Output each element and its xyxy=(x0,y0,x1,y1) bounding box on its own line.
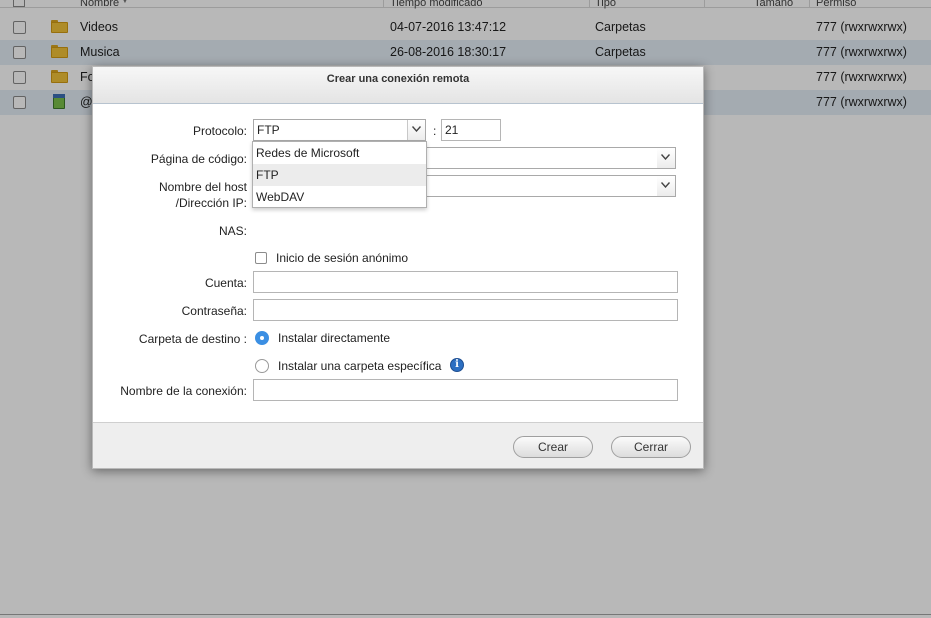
install-specific-label[interactable]: Instalar una carpeta específica xyxy=(278,359,441,373)
destination-label: Carpeta de destino : xyxy=(138,332,247,346)
chevron-down-icon[interactable] xyxy=(407,120,425,140)
account-label: Cuenta: xyxy=(204,276,247,290)
protocol-option-smb[interactable]: Redes de Microsoft xyxy=(253,142,426,164)
radio-install-specific[interactable] xyxy=(255,359,269,373)
account-input[interactable] xyxy=(253,271,678,293)
password-input[interactable] xyxy=(253,299,678,321)
protocol-option-ftp[interactable]: FTP xyxy=(253,164,426,186)
protocol-value: FTP xyxy=(257,123,280,137)
close-button[interactable]: Cerrar xyxy=(611,436,691,458)
dialog-footer: Crear Cerrar xyxy=(93,422,703,468)
create-button[interactable]: Crear xyxy=(513,436,593,458)
host-label-line2: /Dirección IP: xyxy=(175,196,247,210)
protocol-select[interactable]: FTP xyxy=(253,119,426,141)
protocol-dropdown-list: Redes de Microsoft FTP WebDAV xyxy=(252,141,427,208)
chevron-down-icon[interactable] xyxy=(657,176,675,196)
connection-name-label: Nombre de la conexión: xyxy=(120,384,247,398)
remote-connection-dialog: Crear una conexión remota Protocolo: FTP… xyxy=(92,66,704,469)
chevron-down-icon[interactable] xyxy=(657,148,675,168)
radio-install-directly[interactable] xyxy=(255,331,269,345)
anonymous-checkbox[interactable] xyxy=(255,252,267,264)
connection-name-input[interactable] xyxy=(253,379,678,401)
protocol-option-webdav[interactable]: WebDAV xyxy=(253,186,426,208)
divider xyxy=(0,614,931,615)
port-separator: : xyxy=(433,124,437,138)
host-label-line1: Nombre del host xyxy=(158,180,247,194)
protocol-label: Protocolo: xyxy=(192,124,247,138)
install-directly-label[interactable]: Instalar directamente xyxy=(278,331,390,345)
nas-label: NAS: xyxy=(218,224,247,238)
dialog-title: Crear una conexión remota xyxy=(93,67,703,104)
anonymous-label[interactable]: Inicio de sesión anónimo xyxy=(276,251,408,265)
port-input[interactable]: 21 xyxy=(441,119,501,141)
info-icon[interactable]: i xyxy=(450,358,464,372)
codepage-label: Página de código: xyxy=(150,152,247,166)
password-label: Contraseña: xyxy=(181,304,247,318)
